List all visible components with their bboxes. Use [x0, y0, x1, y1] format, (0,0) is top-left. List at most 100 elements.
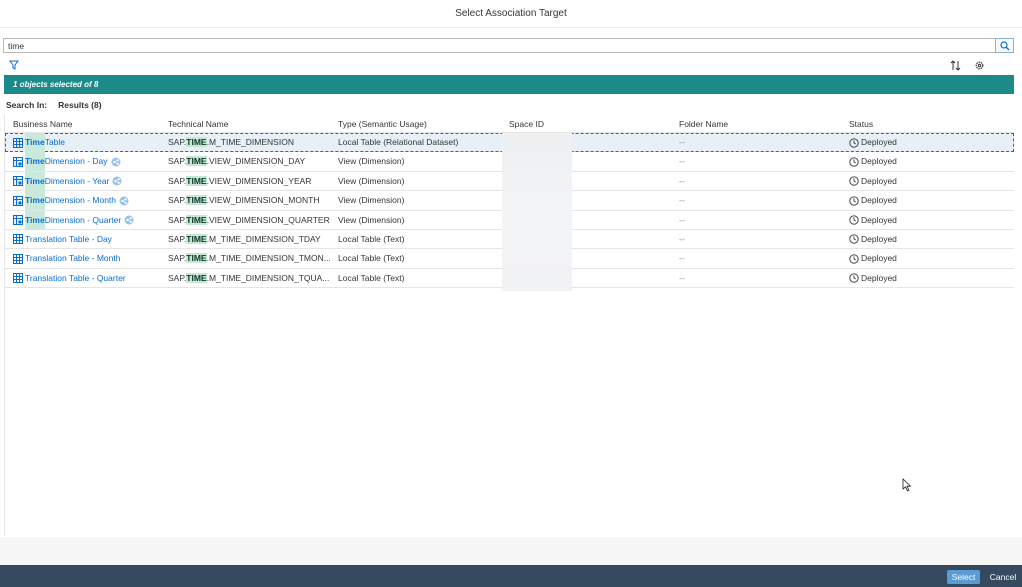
column-space-id[interactable]: Space ID — [509, 115, 544, 133]
select-button[interactable]: Select — [947, 570, 980, 584]
table-icon — [13, 137, 23, 148]
dialog-header: Select Association Target — [0, 0, 1022, 28]
business-name-cell[interactable]: Time Table — [13, 133, 163, 152]
tech-highlight: TIME — [186, 175, 207, 186]
share-icon — [119, 196, 129, 206]
business-name-cell[interactable]: Translation Table - Day — [13, 230, 163, 249]
name-text: Dimension - Year — [44, 175, 110, 186]
tech-suffix: .M_TIME_DIMENSION — [206, 137, 294, 147]
search-button[interactable] — [995, 38, 1014, 53]
status-text: Deployed — [861, 175, 897, 186]
business-name-cell[interactable]: Translation Table - Month — [13, 249, 163, 268]
mouse-cursor-icon — [902, 478, 912, 492]
name-text: Dimension - Quarter — [44, 214, 122, 225]
view-icon — [13, 176, 23, 187]
technical-name-cell: SAP.TIME.VIEW_DIMENSION_QUARTER — [168, 211, 334, 230]
folder-cell: -- — [679, 253, 685, 264]
view-icon — [13, 156, 23, 167]
business-name-cell[interactable]: Time Dimension - Quarter — [13, 210, 163, 230]
business-name-cell[interactable]: Translation Table - Quarter — [13, 269, 163, 288]
tech-suffix: .VIEW_DIMENSION_DAY — [206, 156, 306, 167]
status-cell: Deployed — [849, 172, 1009, 191]
clock-icon — [849, 215, 859, 225]
type-cell: View (Dimension) — [338, 195, 405, 206]
technical-name-cell: SAP.TIME.VIEW_DIMENSION_MONTH — [168, 191, 334, 210]
tech-prefix: SAP. — [168, 156, 187, 167]
column-status[interactable]: Status — [849, 115, 873, 133]
column-folder-name[interactable]: Folder Name — [679, 115, 728, 133]
share-icon — [112, 176, 122, 186]
table-icon — [13, 234, 23, 245]
view-icon — [13, 195, 23, 206]
status-cell: Deployed — [849, 269, 1009, 288]
status-cell: Deployed — [849, 249, 1009, 268]
tech-suffix: .VIEW_DIMENSION_YEAR — [206, 175, 312, 186]
technical-name-cell: SAP.TIME.M_TIME_DIMENSION_TMON... — [168, 249, 334, 268]
folder-cell: -- — [679, 137, 685, 147]
folder-cell: -- — [679, 233, 685, 244]
status-text: Deployed — [861, 214, 897, 225]
business-name-cell[interactable]: Time Dimension - Day — [13, 152, 163, 172]
technical-name-cell: SAP.TIME.M_TIME_DIMENSION_TQUA... — [168, 269, 334, 288]
column-business-name[interactable]: Business Name — [13, 115, 73, 133]
technical-name-cell: SAP.TIME.VIEW_DIMENSION_DAY — [168, 152, 334, 171]
type-cell: Local Table (Text) — [338, 253, 405, 264]
sort-button[interactable] — [948, 58, 962, 72]
status-text: Deployed — [861, 253, 897, 264]
column-technical-name[interactable]: Technical Name — [168, 115, 228, 133]
table-icon — [13, 273, 23, 284]
name-highlight: Time — [25, 210, 45, 230]
clock-icon — [849, 273, 859, 283]
filter-button[interactable] — [7, 58, 21, 72]
technical-name-cell: SAP.TIME.VIEW_DIMENSION_YEAR — [168, 172, 334, 191]
tech-highlight: TIME — [186, 253, 207, 264]
share-icon — [124, 215, 134, 225]
view-icon — [13, 215, 23, 226]
status-text: Deployed — [861, 272, 897, 283]
name-highlight: Time — [25, 133, 45, 152]
type-cell: View (Dimension) — [338, 175, 405, 186]
settings-button[interactable] — [972, 58, 986, 72]
tech-prefix: SAP. — [168, 233, 187, 244]
share-icon — [111, 157, 121, 167]
name-text: Dimension - Day — [44, 156, 108, 167]
status-text: Deployed — [861, 156, 897, 167]
tech-suffix: .M_TIME_DIMENSION_TMON... — [206, 253, 331, 264]
dialog-title: Select Association Target — [455, 8, 567, 19]
search-in-label: Search In: — [6, 100, 48, 110]
tech-suffix: .VIEW_DIMENSION_QUARTER — [206, 214, 330, 225]
tech-highlight: TIME — [186, 195, 207, 206]
tech-highlight: TIME — [186, 137, 207, 147]
tech-prefix: SAP. — [168, 175, 187, 186]
filter-icon — [9, 60, 19, 70]
tech-prefix: SAP. — [168, 214, 187, 225]
table-icon — [13, 253, 23, 264]
dialog-bottom-area — [0, 537, 1022, 565]
type-cell: Local Table (Text) — [338, 272, 405, 283]
folder-cell: -- — [679, 156, 685, 167]
search-input[interactable] — [3, 38, 995, 53]
space-id-redacted — [502, 133, 572, 291]
results-table: Business Name Technical Name Type (Seman… — [4, 115, 1014, 536]
technical-name-cell: SAP.TIME.M_TIME_DIMENSION — [168, 133, 334, 152]
name-text: Translation Table - Day — [25, 233, 112, 244]
clock-icon — [849, 234, 859, 245]
column-type[interactable]: Type (Semantic Usage) — [338, 115, 427, 133]
status-text: Deployed — [861, 195, 897, 206]
type-cell: Local Table (Relational Dataset) — [338, 137, 459, 147]
tech-highlight: TIME — [186, 233, 207, 244]
tech-highlight: TIME — [186, 214, 207, 225]
clock-icon — [849, 137, 859, 148]
status-text: Deployed — [861, 137, 897, 147]
cancel-button[interactable]: Cancel — [986, 570, 1020, 584]
status-cell: Deployed — [849, 230, 1009, 249]
business-name-cell[interactable]: Time Dimension - Month — [13, 191, 163, 211]
tech-prefix: SAP. — [168, 272, 187, 283]
technical-name-cell: SAP.TIME.M_TIME_DIMENSION_TDAY — [168, 230, 334, 249]
folder-cell: -- — [679, 175, 685, 186]
business-name-cell[interactable]: Time Dimension - Year — [13, 171, 163, 191]
tech-prefix: SAP. — [168, 253, 187, 264]
tech-suffix: .M_TIME_DIMENSION_TDAY — [206, 233, 321, 244]
name-text: Translation Table - Quarter — [25, 272, 126, 283]
dialog-footer: Select Cancel — [0, 565, 1022, 587]
